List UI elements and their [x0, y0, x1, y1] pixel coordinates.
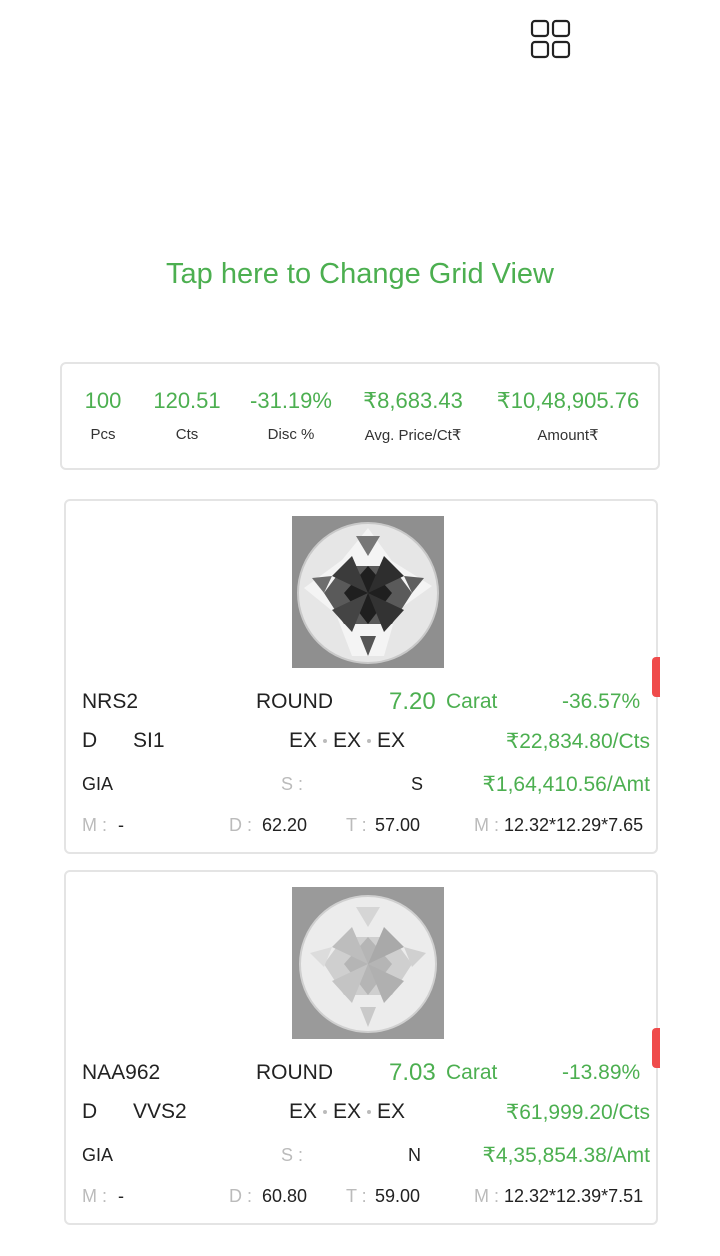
shape: ROUND	[256, 690, 333, 713]
depth-label: D :	[229, 1186, 253, 1206]
cts-value: 120.51	[153, 388, 221, 413]
avg-price-label: Avg. Price/Ct₹	[364, 427, 462, 444]
separator-dot	[323, 739, 328, 744]
m-value: -	[118, 815, 124, 835]
symmetry-grade: EX	[377, 729, 406, 752]
color-grade: D	[82, 729, 98, 752]
disc-value: -31.19%	[250, 388, 332, 413]
depth-label: D :	[229, 815, 253, 835]
diamond-image	[292, 887, 444, 1039]
price-per-carat: ₹22,834.80/Cts	[505, 730, 650, 753]
discount: -13.89%	[562, 1061, 641, 1084]
diamond-image	[292, 516, 444, 668]
separator-dot	[367, 739, 372, 744]
cut-grade: EX	[289, 729, 318, 752]
summary-disc: -31.19% Disc %	[246, 388, 336, 443]
carat-value: 7.20	[389, 688, 436, 715]
disc-label: Disc %	[267, 426, 315, 443]
m-value: -	[118, 1186, 124, 1206]
carat-unit: Carat	[446, 1061, 498, 1084]
shape: ROUND	[256, 1061, 333, 1084]
polish-grade: EX	[333, 1100, 362, 1123]
discount: -36.57%	[562, 690, 641, 713]
table-label: T :	[346, 1186, 367, 1206]
price-per-carat: ₹61,999.20/Cts	[505, 1101, 650, 1124]
pcs-label: Pcs	[90, 426, 116, 443]
table-value: 59.00	[375, 1186, 421, 1206]
stone-id: NAA962	[82, 1061, 161, 1084]
total-amount: ₹1,64,410.56/Amt	[482, 773, 650, 796]
depth-value: 62.20	[262, 815, 308, 835]
measurements-value: 12.32*12.29*7.65	[504, 815, 644, 835]
color-grade: D	[82, 1100, 98, 1123]
depth-value: 60.80	[262, 1186, 308, 1206]
lab: GIA	[82, 1145, 114, 1165]
cut-grade: EX	[289, 1100, 318, 1123]
measurements-label: M :	[474, 815, 499, 835]
s-label: S :	[281, 774, 304, 794]
stone-id: NRS2	[82, 690, 139, 713]
separator-dot	[367, 1110, 372, 1115]
measurements-value: 12.32*12.39*7.51	[504, 1186, 644, 1206]
summary-panel: 100 Pcs 120.51 Cts -31.19% Disc % ₹8,683…	[60, 362, 660, 470]
symmetry-grade: EX	[377, 1100, 406, 1123]
separator-dot	[323, 1110, 328, 1115]
summary-avg-price: ₹8,683.43 Avg. Price/Ct₹	[358, 388, 468, 444]
polish-grade: EX	[333, 729, 362, 752]
table-value: 57.00	[375, 815, 421, 835]
clarity-grade: SI1	[133, 729, 165, 752]
s-label: S :	[281, 1145, 304, 1165]
grid-icon	[530, 19, 571, 59]
m-label: M :	[82, 1186, 107, 1206]
change-grid-view-link[interactable]: Tap here to Change Grid View	[0, 258, 720, 291]
summary-amount: ₹10,48,905.76 Amount₹	[492, 388, 644, 444]
amount-label: Amount₹	[537, 427, 599, 444]
summary-pcs: 100 Pcs	[78, 388, 128, 443]
s-value: N	[408, 1145, 421, 1165]
summary-cts: 120.51 Cts	[150, 388, 224, 443]
lab: GIA	[82, 774, 114, 794]
carat-unit: Carat	[446, 690, 498, 713]
avg-price-value: ₹8,683.43	[363, 388, 463, 413]
amount-value: ₹10,48,905.76	[496, 388, 640, 413]
diamond-card[interactable]: NRS2 ROUND 7.20 Carat -36.57% D SI1 EX EX…	[64, 499, 660, 854]
m-label: M :	[82, 815, 107, 835]
grid-view-button[interactable]	[528, 18, 574, 62]
carat-value: 7.03	[389, 1059, 436, 1086]
cts-label: Cts	[175, 426, 199, 443]
cut-polish-symmetry: EX EX EX	[289, 1100, 405, 1124]
pcs-value: 100	[84, 388, 122, 413]
cut-polish-symmetry: EX EX EX	[289, 729, 405, 753]
clarity-grade: VVS2	[133, 1100, 187, 1123]
total-amount: ₹4,35,854.38/Amt	[482, 1144, 650, 1167]
diamond-card[interactable]: NAA962 ROUND 7.03 Carat -13.89% D VVS2 E…	[64, 870, 660, 1225]
measurements-label: M :	[474, 1186, 499, 1206]
status-indicator	[652, 657, 660, 697]
s-value: S	[411, 774, 424, 794]
table-label: T :	[346, 815, 367, 835]
status-indicator	[652, 1028, 660, 1068]
